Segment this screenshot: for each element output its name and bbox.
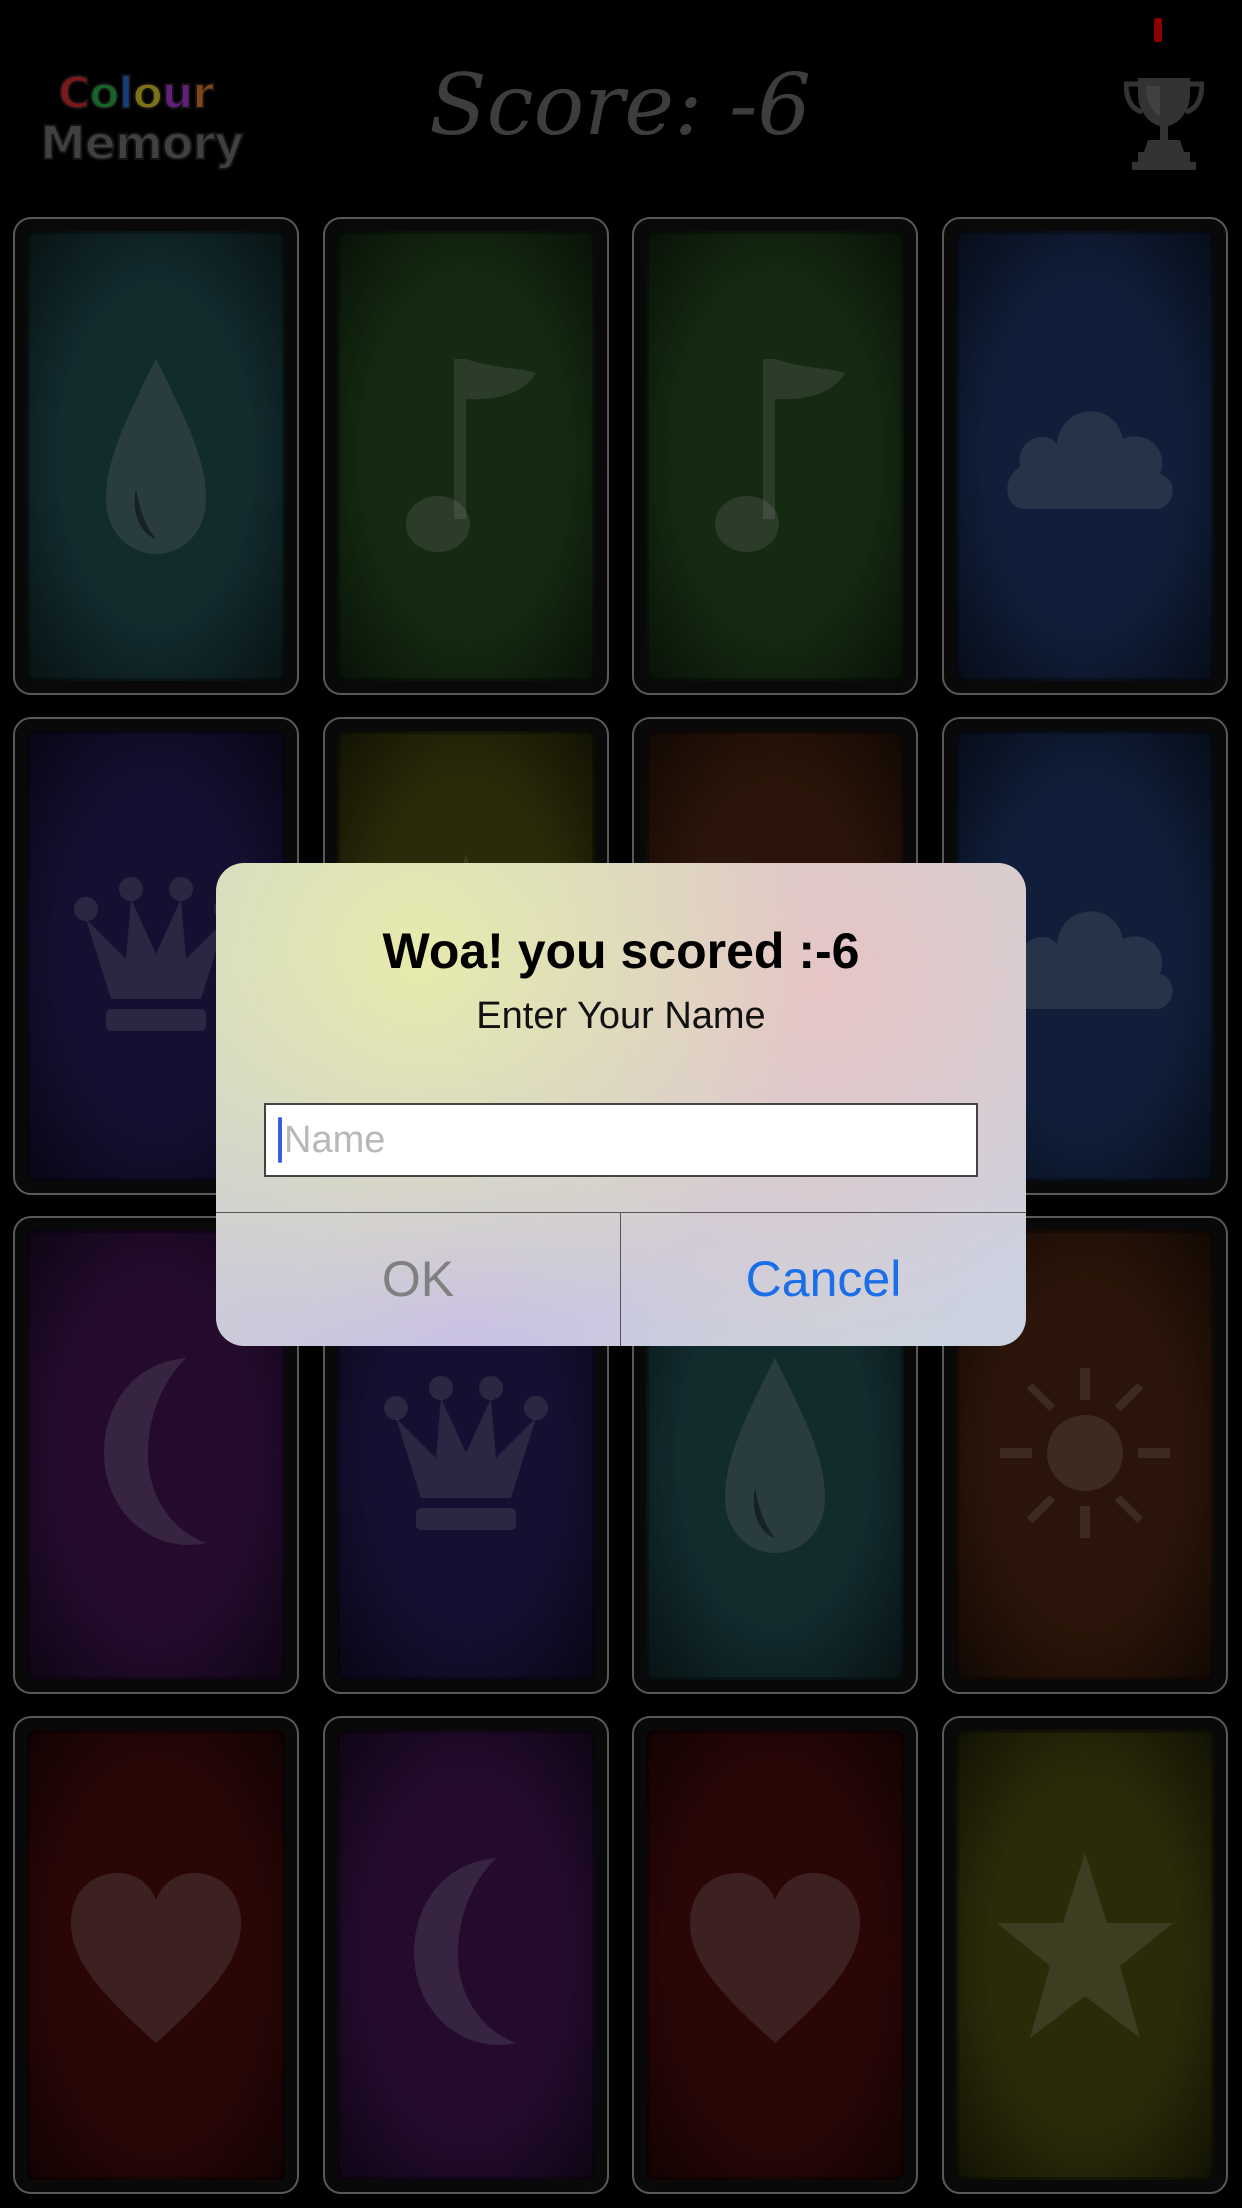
name-input-box[interactable] (264, 1103, 978, 1177)
dialog-title: Woa! you scored :-6 (382, 923, 860, 979)
dialog-message: Enter Your Name (476, 995, 766, 1037)
game-screen: Colour Memory Score: -6 Woa! you scored … (0, 0, 1242, 2208)
ok-button[interactable]: OK (216, 1213, 620, 1346)
cancel-button[interactable]: Cancel (621, 1213, 1026, 1346)
name-input[interactable] (284, 1118, 944, 1162)
name-entry-dialog: Woa! you scored :-6 Enter Your Name OK C… (216, 863, 1026, 1346)
text-caret (278, 1117, 282, 1163)
